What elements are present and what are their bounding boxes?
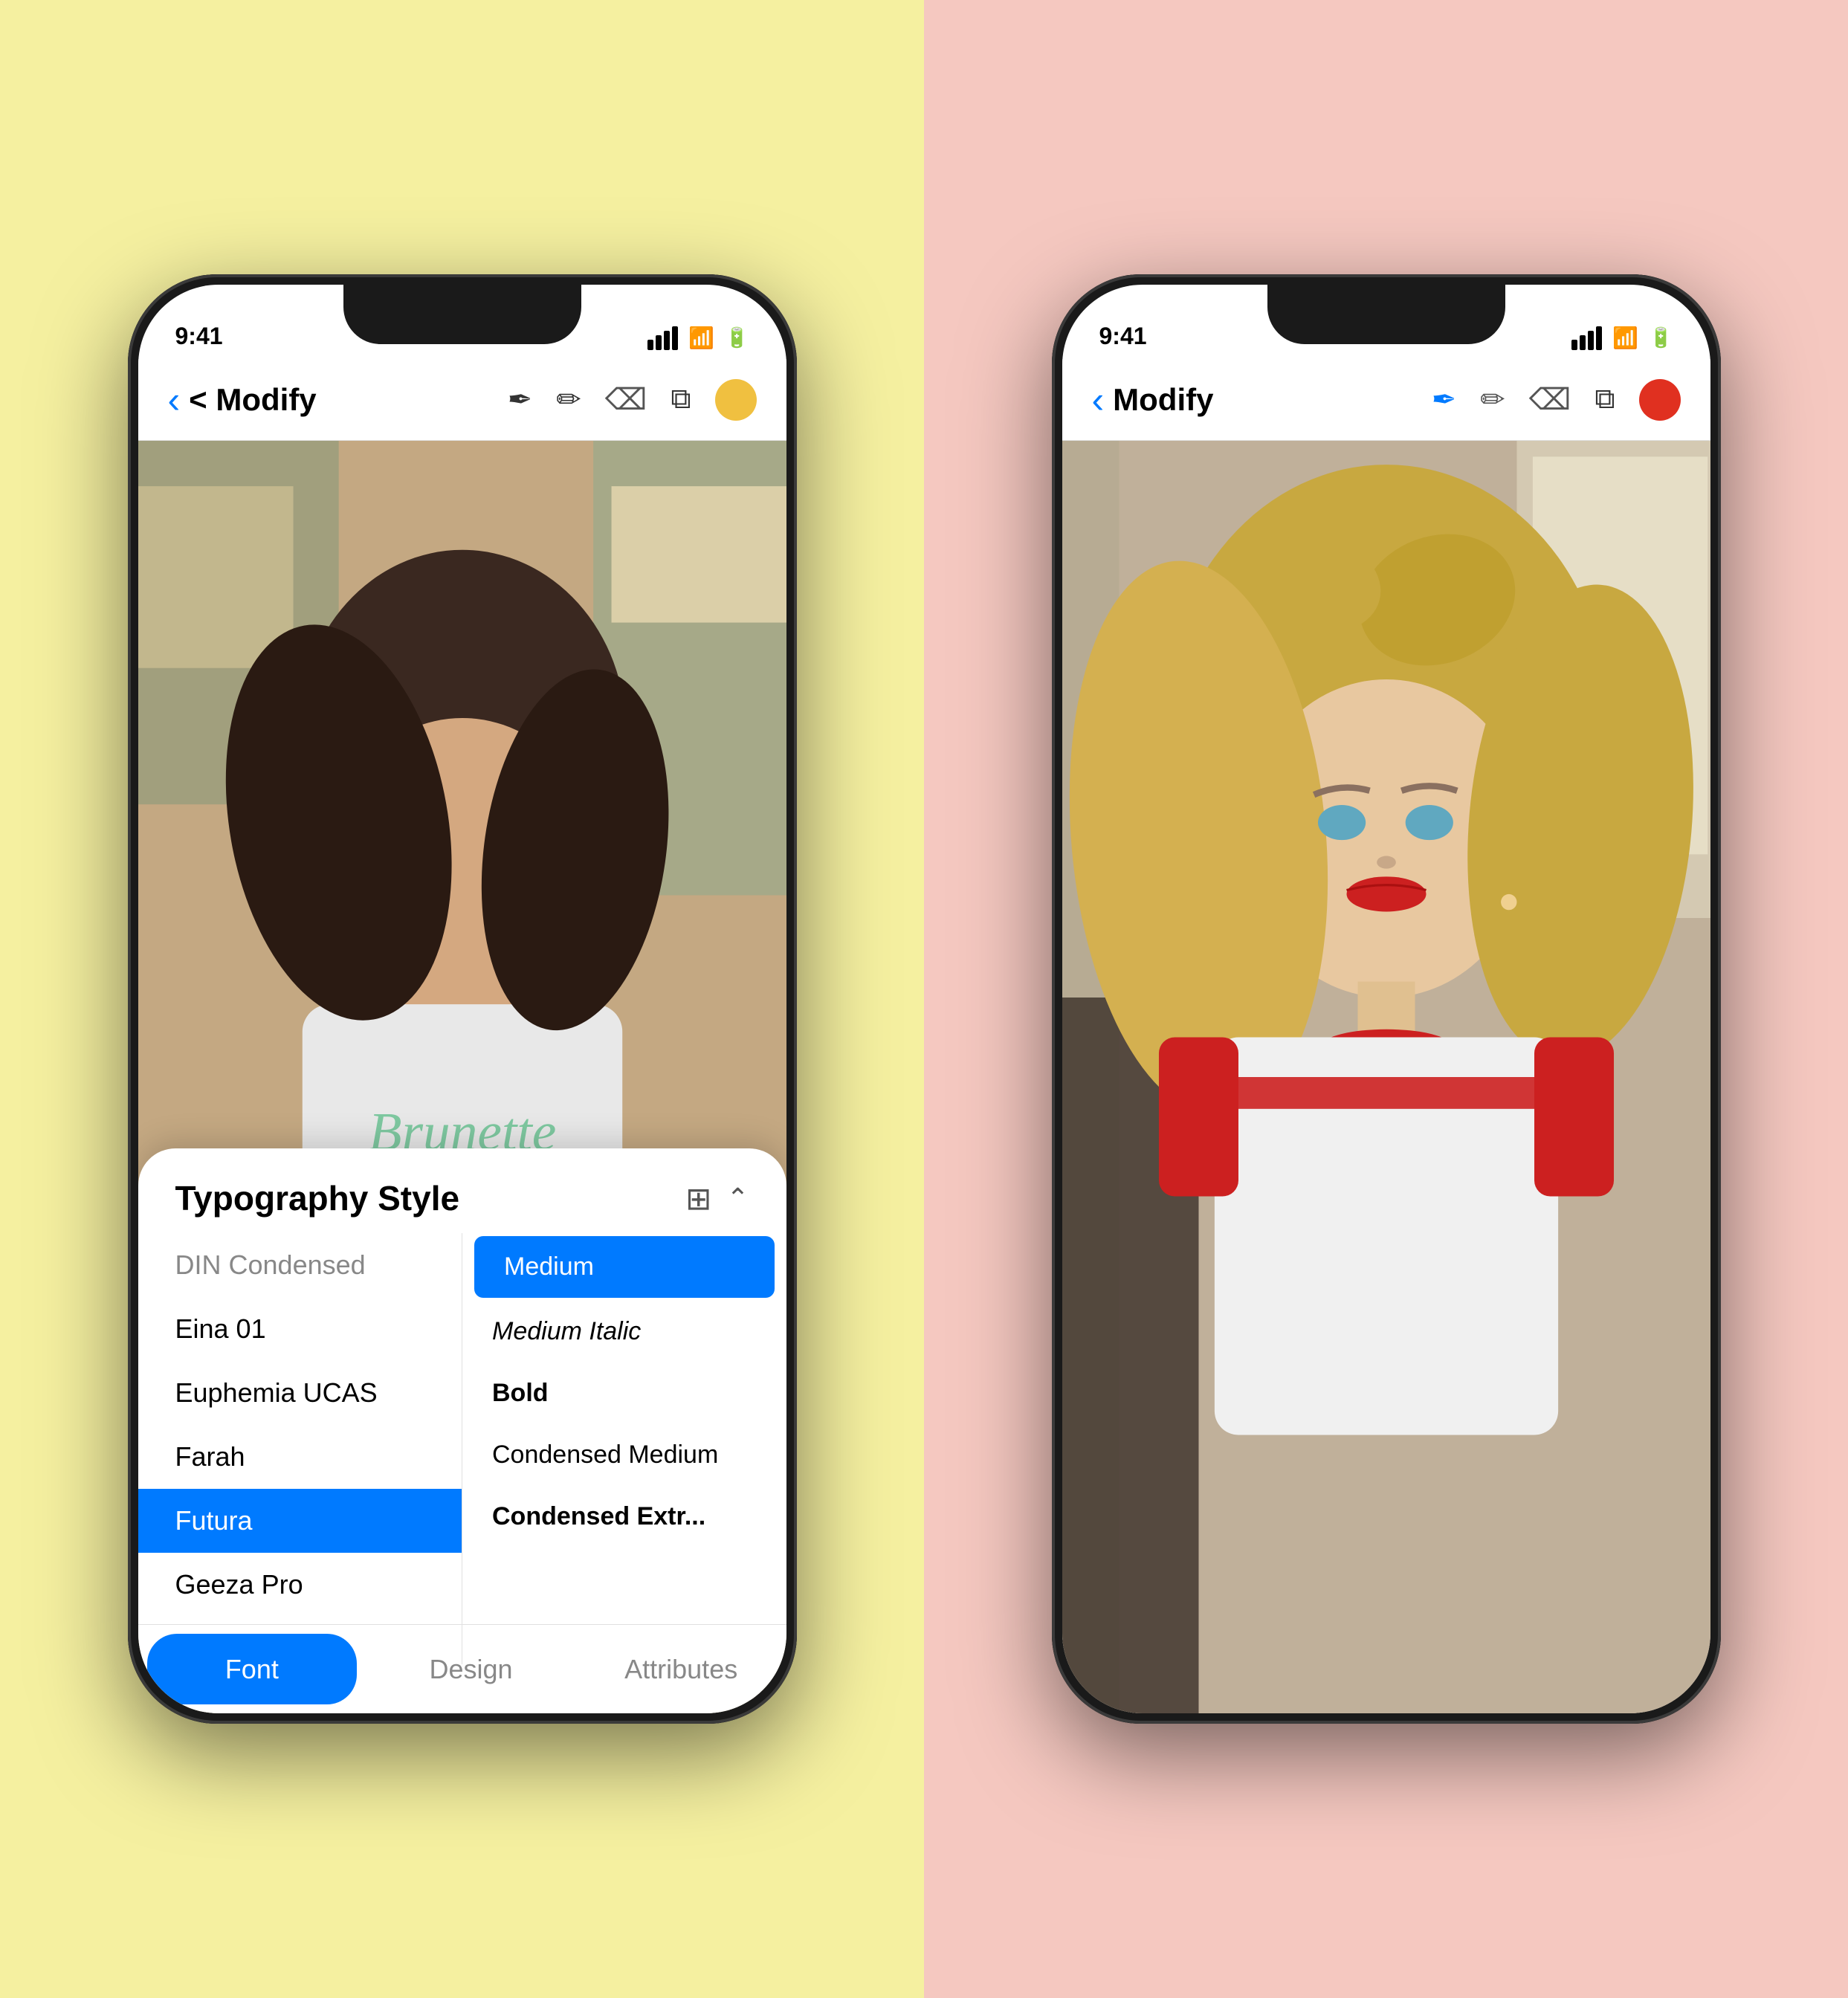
- notch-right: [1267, 285, 1505, 344]
- nav-title-right: Modify: [1113, 382, 1213, 418]
- wifi-icon-right: 📶: [1612, 326, 1638, 350]
- left-phone: 9:41 📶 🔋 ‹ < Modify: [128, 274, 797, 1724]
- pen-icon-left[interactable]: ✒: [508, 383, 533, 417]
- nav-bar-left: ‹ < Modify ✒ ✏ ⌫ ⧉: [138, 359, 786, 441]
- left-phone-inner: 9:41 📶 🔋 ‹ < Modify: [138, 285, 786, 1713]
- layers-icon-right[interactable]: ⧉: [1595, 384, 1615, 416]
- color-dot-right[interactable]: [1639, 379, 1681, 421]
- panel-header-icons: ⊞ ⌃: [685, 1180, 749, 1217]
- pencil-icon-right[interactable]: ✏: [1480, 383, 1505, 417]
- style-item-medium[interactable]: Medium: [474, 1236, 775, 1298]
- font-style-container: DIN Condensed Eina 01 Euphemia UCAS Fara…: [138, 1233, 786, 1664]
- font-item-farah[interactable]: Farah: [138, 1425, 462, 1489]
- font-item-euphemia[interactable]: Euphemia UCAS: [138, 1361, 462, 1425]
- status-icons-left: 📶 🔋: [647, 326, 749, 350]
- tab-design[interactable]: Design: [366, 1625, 576, 1713]
- font-item-eina[interactable]: Eina 01: [138, 1297, 462, 1361]
- nav-title-left: < Modify: [189, 382, 317, 418]
- font-item-geeza[interactable]: Geeza Pro: [138, 1553, 462, 1617]
- panel-title: Typography Style: [175, 1178, 460, 1218]
- signal-icon-right: [1571, 326, 1602, 350]
- chevron-left-icon-left: ‹: [168, 378, 181, 421]
- font-item-futura[interactable]: Futura: [138, 1489, 462, 1553]
- tab-font[interactable]: Font: [147, 1634, 358, 1704]
- back-button-left[interactable]: ‹ < Modify: [168, 378, 508, 421]
- tab-attributes[interactable]: Attributes: [576, 1625, 786, 1713]
- bg-scene-right: [1062, 441, 1710, 1713]
- wifi-icon-left: 📶: [688, 326, 714, 350]
- chevron-up-icon[interactable]: ⌃: [726, 1183, 749, 1214]
- nav-tools-left: ✒ ✏ ⌫ ⧉: [508, 379, 757, 421]
- right-phone-inner: 9:41 📶 🔋 ‹ Modify: [1062, 285, 1710, 1713]
- battery-icon-left: 🔋: [725, 326, 749, 349]
- eraser-icon-left[interactable]: ⌫: [605, 383, 647, 417]
- left-panel: 9:41 📶 🔋 ‹ < Modify: [0, 0, 924, 1998]
- notch-left: [343, 285, 581, 344]
- nav-bar-right: ‹ Modify ✒ ✏ ⌫ ⧉: [1062, 359, 1710, 441]
- style-item-bold[interactable]: Bold: [462, 1362, 786, 1424]
- photo-bg-right: [1062, 441, 1710, 1713]
- layers-icon-left[interactable]: ⧉: [671, 384, 691, 416]
- status-icons-right: 📶 🔋: [1571, 326, 1673, 350]
- chevron-left-icon-right: ‹: [1092, 378, 1105, 421]
- photo-area-right: [1062, 441, 1710, 1713]
- eraser-icon-right[interactable]: ⌫: [1529, 383, 1571, 417]
- style-list: Medium Medium Italic Bold Condensed Medi…: [462, 1233, 786, 1664]
- back-button-right[interactable]: ‹ Modify: [1092, 378, 1432, 421]
- grid-icon[interactable]: ⊞: [685, 1180, 711, 1217]
- style-item-medium-italic[interactable]: Medium Italic: [462, 1301, 786, 1362]
- right-panel: 9:41 📶 🔋 ‹ Modify: [924, 0, 1848, 1998]
- font-item-din[interactable]: DIN Condensed: [138, 1233, 462, 1297]
- battery-icon-right: 🔋: [1649, 326, 1673, 349]
- pen-icon-right[interactable]: ✒: [1432, 383, 1457, 417]
- font-list: DIN Condensed Eina 01 Euphemia UCAS Fara…: [138, 1233, 463, 1664]
- nav-tools-right: ✒ ✏ ⌫ ⧉: [1432, 379, 1681, 421]
- typography-panel: Typography Style ⊞ ⌃ DIN Condensed Eina …: [138, 1148, 786, 1713]
- color-dot-left[interactable]: [715, 379, 757, 421]
- style-item-condensed-medium[interactable]: Condensed Medium: [462, 1424, 786, 1486]
- style-item-condensed-extra[interactable]: Condensed Extr...: [462, 1486, 786, 1548]
- panel-header: Typography Style ⊞ ⌃: [138, 1148, 786, 1233]
- right-phone: 9:41 📶 🔋 ‹ Modify: [1052, 274, 1721, 1724]
- bottom-tabs: Font Design Attributes: [138, 1624, 786, 1713]
- signal-icon-left: [647, 326, 678, 350]
- pencil-icon-left[interactable]: ✏: [556, 383, 581, 417]
